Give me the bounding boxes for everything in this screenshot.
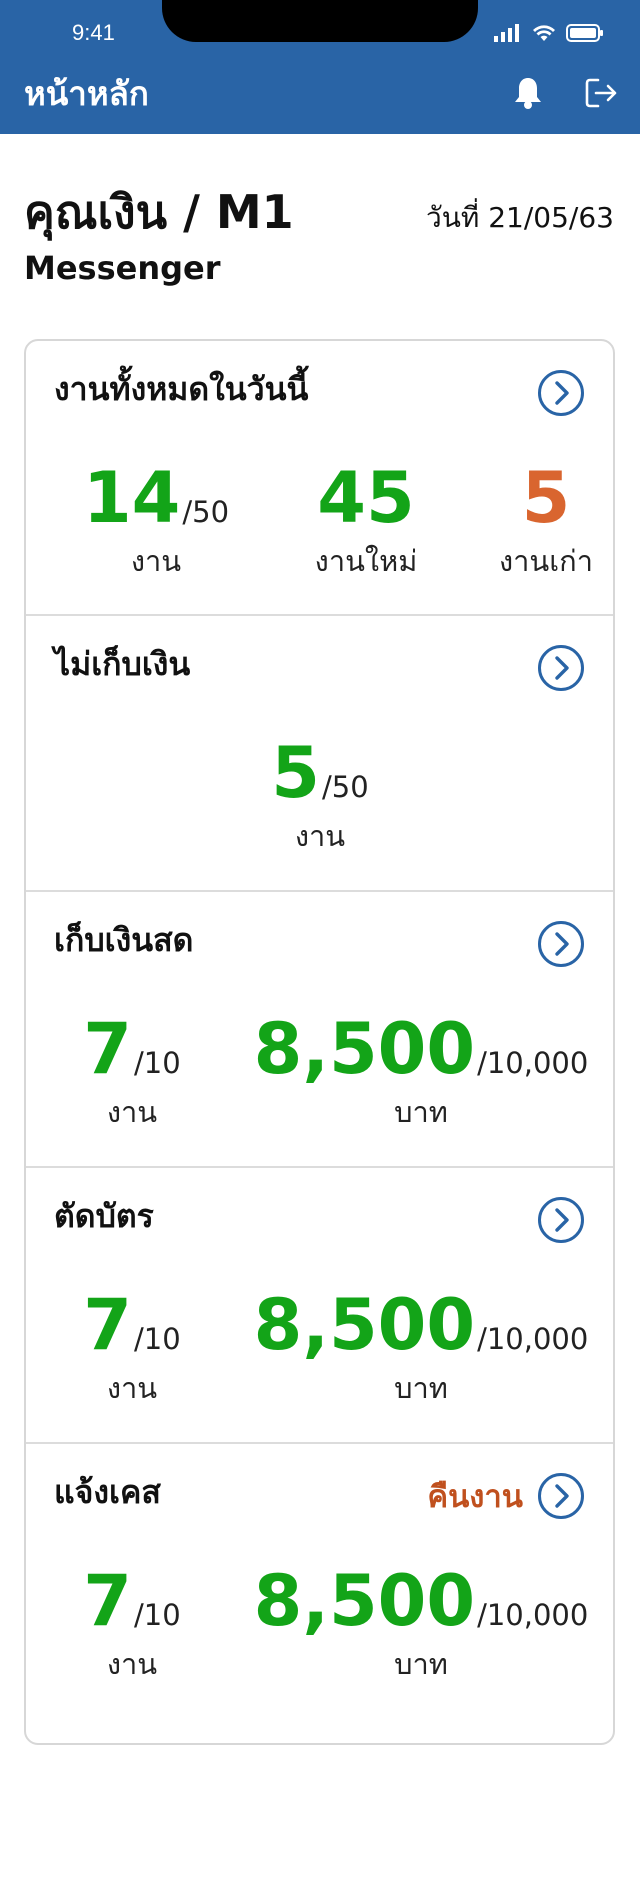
metric-jobs: 7 /10 งาน bbox=[52, 1562, 212, 1684]
metric-unit: งาน bbox=[106, 1371, 158, 1405]
metric-jobs: 5 /50 งาน bbox=[220, 734, 420, 856]
chevron-right-circle-icon[interactable] bbox=[537, 920, 585, 968]
user-name: คุณเงิน / M1 bbox=[24, 185, 294, 239]
metric-unit: งานเก่า bbox=[498, 544, 594, 578]
metric-total: /10 bbox=[134, 1322, 181, 1356]
user-role: Messenger bbox=[24, 249, 221, 287]
metric-value: 7 bbox=[83, 1560, 133, 1642]
device-notch bbox=[162, 0, 478, 42]
metric-unit: บาท bbox=[394, 1647, 448, 1681]
metric-jobs: 7 /10 งาน bbox=[52, 1286, 212, 1408]
section-title: งานทั้งหมดในวันนี้ bbox=[54, 370, 309, 408]
metric-unit: งานใหม่ bbox=[314, 544, 418, 578]
metric-value: 8,500 bbox=[253, 1008, 476, 1090]
metric-value: 8,500 bbox=[253, 1284, 476, 1366]
signal-icon bbox=[494, 24, 519, 42]
metric-value: 45 bbox=[317, 457, 415, 539]
chevron-right-circle-icon[interactable] bbox=[537, 644, 585, 692]
battery-icon bbox=[566, 24, 603, 42]
chevron-right-circle-icon[interactable] bbox=[537, 369, 585, 417]
metric-unit: บาท bbox=[394, 1371, 448, 1405]
section-title: แจ้งเคส bbox=[54, 1473, 161, 1511]
summary-card: งานทั้งหมดในวันนี้ 14 /50 งาน 45 งานใหม่… bbox=[24, 339, 615, 1745]
metric-value: 8,500 bbox=[253, 1560, 476, 1642]
metric-value: 14 bbox=[82, 457, 181, 539]
metric-total: /10 bbox=[134, 1598, 181, 1632]
metric-value: 7 bbox=[83, 1008, 133, 1090]
metric-amount: 8,500 /10,000 บาท bbox=[236, 1010, 606, 1132]
section-no-collection[interactable]: ไม่เก็บเงิน 5 /50 งาน bbox=[26, 616, 613, 892]
current-date: วันที่ 21/05/63 bbox=[426, 201, 614, 234]
metric-total: /50 bbox=[322, 770, 369, 804]
metric-unit: บาท bbox=[394, 1095, 448, 1129]
chevron-right-circle-icon[interactable] bbox=[537, 1196, 585, 1244]
section-report-case[interactable]: แจ้งเคส คืนงาน 7 /10 งาน 8,500 /10,000 บ… bbox=[26, 1444, 613, 1743]
metric-jobs: 7 /10 งาน bbox=[52, 1010, 212, 1132]
return-job-link[interactable]: คืนงาน bbox=[427, 1478, 523, 1516]
metric-total: /10,000 bbox=[477, 1322, 589, 1356]
app-bar: 9:41 หน้าหลัก bbox=[0, 0, 640, 134]
section-all-jobs-today[interactable]: งานทั้งหมดในวันนี้ 14 /50 งาน 45 งานใหม่… bbox=[26, 341, 613, 616]
metric-total: /50 bbox=[182, 495, 230, 529]
metric-total: /10,000 bbox=[477, 1046, 589, 1080]
metric-total: /10,000 bbox=[477, 1598, 589, 1632]
metric-value: 5 bbox=[521, 457, 571, 539]
metric-jobs: 14 /50 งาน bbox=[66, 459, 246, 581]
status-time: 9:41 bbox=[72, 20, 115, 45]
metric-unit: งาน bbox=[106, 1095, 158, 1129]
metric-new-jobs: 45 งานใหม่ bbox=[276, 459, 456, 581]
section-title: ตัดบัตร bbox=[54, 1197, 154, 1235]
metric-unit: งาน bbox=[294, 819, 346, 853]
metric-value: 7 bbox=[83, 1284, 133, 1366]
metric-total: /10 bbox=[134, 1046, 181, 1080]
bell-icon[interactable] bbox=[513, 76, 543, 110]
wifi-icon bbox=[533, 25, 555, 41]
section-card-payment[interactable]: ตัดบัตร 7 /10 งาน 8,500 /10,000 บาท bbox=[26, 1168, 613, 1444]
section-title: เก็บเงินสด bbox=[54, 921, 194, 959]
section-cash-collection[interactable]: เก็บเงินสด 7 /10 งาน 8,500 /10,000 บาท bbox=[26, 892, 613, 1168]
metric-amount: 8,500 /10,000 บาท bbox=[236, 1286, 606, 1408]
page-title: หน้าหลัก bbox=[24, 74, 149, 113]
metric-old-jobs: 5 งานเก่า bbox=[456, 459, 636, 581]
metric-value: 5 bbox=[271, 732, 321, 814]
chevron-right-circle-icon[interactable] bbox=[537, 1472, 585, 1520]
status-icons bbox=[494, 24, 604, 42]
logout-icon[interactable] bbox=[584, 76, 618, 110]
metric-amount: 8,500 /10,000 บาท bbox=[236, 1562, 606, 1684]
metric-unit: งาน bbox=[106, 1647, 158, 1681]
metric-unit: งาน bbox=[130, 544, 182, 578]
section-title: ไม่เก็บเงิน bbox=[54, 645, 191, 683]
